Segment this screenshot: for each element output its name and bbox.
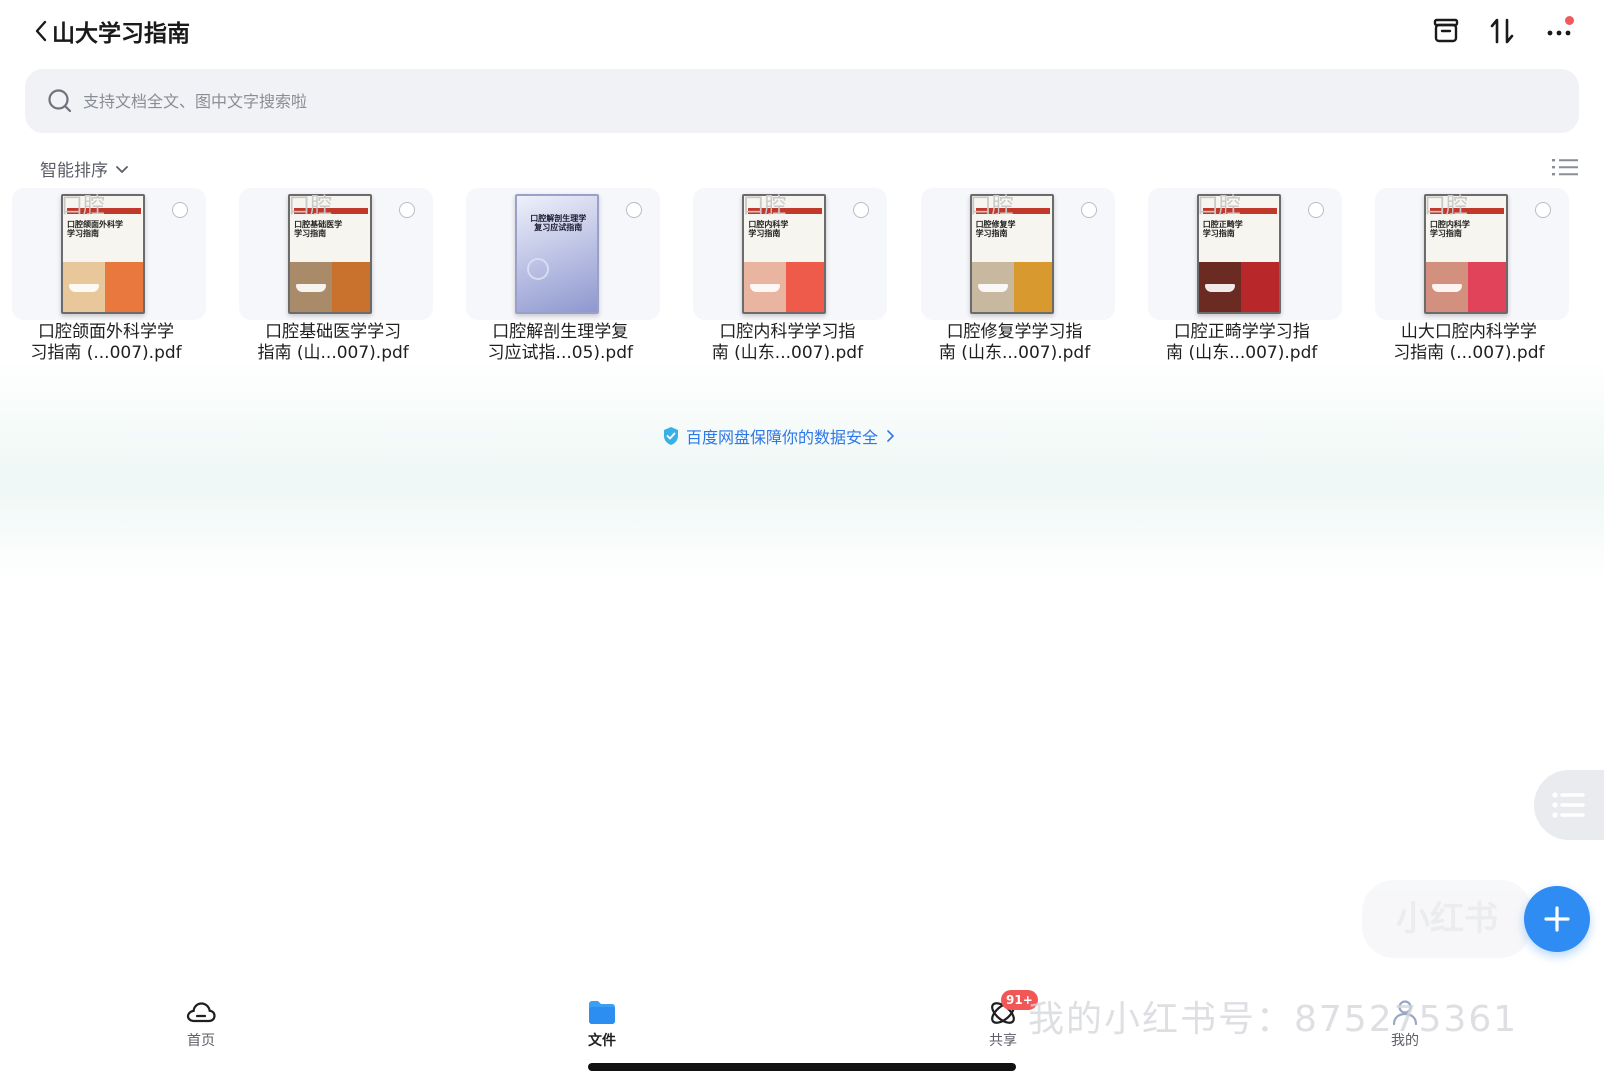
back-chevron-icon	[35, 20, 47, 42]
transfer-button[interactable]	[1485, 14, 1519, 48]
select-checkbox[interactable]	[1307, 202, 1324, 218]
file-name: 口腔内科学学习指南 (山东...007).pdf	[711, 322, 864, 363]
chevron-right-icon	[887, 430, 894, 442]
search-icon	[48, 89, 72, 113]
search-input[interactable]	[83, 91, 1483, 111]
file-name: 口腔基础医学学习 指南 (山...007).pdf	[257, 322, 409, 363]
shield-icon	[664, 427, 678, 445]
tab-label: 首页	[187, 1033, 215, 1049]
select-checkbox[interactable]	[1080, 202, 1097, 218]
page-title: 山大学习指南	[52, 21, 190, 47]
watermark-handle: 我的小红书号：875275361	[1028, 999, 1519, 1040]
archive-box-icon	[1433, 18, 1459, 43]
background-glow	[0, 360, 1604, 580]
file-item[interactable]: 口腔修复学 学习指南 口腔 口腔修复学学习指南 (山东...007).pdf	[917, 188, 1144, 378]
security-note-text: 百度网盘保障你的数据安全	[686, 428, 879, 447]
back-button[interactable]: 山大学习指南	[34, 14, 190, 48]
file-item[interactable]: 口腔正畸学 学习指南 口腔 口腔正畸学学习指南 (山东...007).pdf	[1144, 188, 1371, 378]
sort-label: 智能排序	[40, 161, 108, 181]
watermark-logo: 小红书	[1362, 880, 1532, 958]
add-button[interactable]	[1524, 886, 1590, 952]
sort-dropdown[interactable]: 智能排序	[40, 156, 130, 181]
select-checkbox[interactable]	[172, 202, 188, 218]
tab-label: 共享	[989, 1033, 1017, 1049]
file-name: 口腔正畸学学习指南 (山东...007).pdf	[1166, 322, 1318, 363]
file-name: 口腔修复学学习指南 (山东...007).pdf	[938, 322, 1091, 363]
folder-icon	[589, 1001, 615, 1024]
sort-arrows-icon	[1490, 18, 1514, 44]
file-item[interactable]: 口腔解剖生理学 复习应试指南 口腔解剖生理学复 习应试指...05).pdf	[462, 188, 689, 378]
tab-label: 文件	[588, 1033, 616, 1049]
tab-files[interactable]: 文件	[562, 996, 642, 1050]
list-menu-icon	[1552, 792, 1585, 818]
archive-button[interactable]	[1429, 14, 1463, 48]
file-name: 口腔颌面外科学学 习指南 (...007).pdf	[30, 322, 182, 363]
plus-icon	[1544, 906, 1570, 932]
file-item[interactable]: 口腔基础医学 学习指南 口腔 口腔基础医学学习 指南 (山...007).pdf	[235, 188, 462, 378]
tab-home[interactable]: 首页	[161, 996, 241, 1050]
cloud-icon	[186, 1002, 216, 1023]
file-item[interactable]: 口腔内科学 学习指南 口腔 口腔内科学学习指南 (山东...007).pdf	[689, 188, 916, 378]
chevron-down-icon	[116, 165, 128, 173]
security-note-link[interactable]: 百度网盘保障你的数据安全	[662, 424, 896, 448]
list-view-icon[interactable]	[1552, 156, 1578, 180]
more-button[interactable]	[1542, 14, 1576, 48]
search-bar[interactable]	[25, 69, 1579, 133]
file-grid: 口腔颌面外科学 学习指南 口腔 口腔颌面外科学学 习指南 (...007).pdf…	[8, 188, 1598, 378]
file-item[interactable]: 口腔内科学 学习指南 口腔 山大口腔内科学学 习指南 (...007).pdf	[1371, 188, 1598, 378]
book-cover: 口腔解剖生理学 复习应试指南	[515, 194, 600, 314]
file-item[interactable]: 口腔颌面外科学 学习指南 口腔 口腔颌面外科学学 习指南 (...007).pdf	[8, 188, 235, 378]
header: 山大学习指南	[0, 0, 1604, 64]
home-indicator	[588, 1063, 1016, 1071]
file-name: 口腔解剖生理学复 习应试指...05).pdf	[487, 322, 633, 363]
select-checkbox[interactable]	[1534, 202, 1551, 218]
file-name: 山大口腔内科学学 习指南 (...007).pdf	[1393, 322, 1545, 363]
notification-dot	[1565, 16, 1574, 25]
floating-menu-button[interactable]	[1534, 770, 1604, 840]
